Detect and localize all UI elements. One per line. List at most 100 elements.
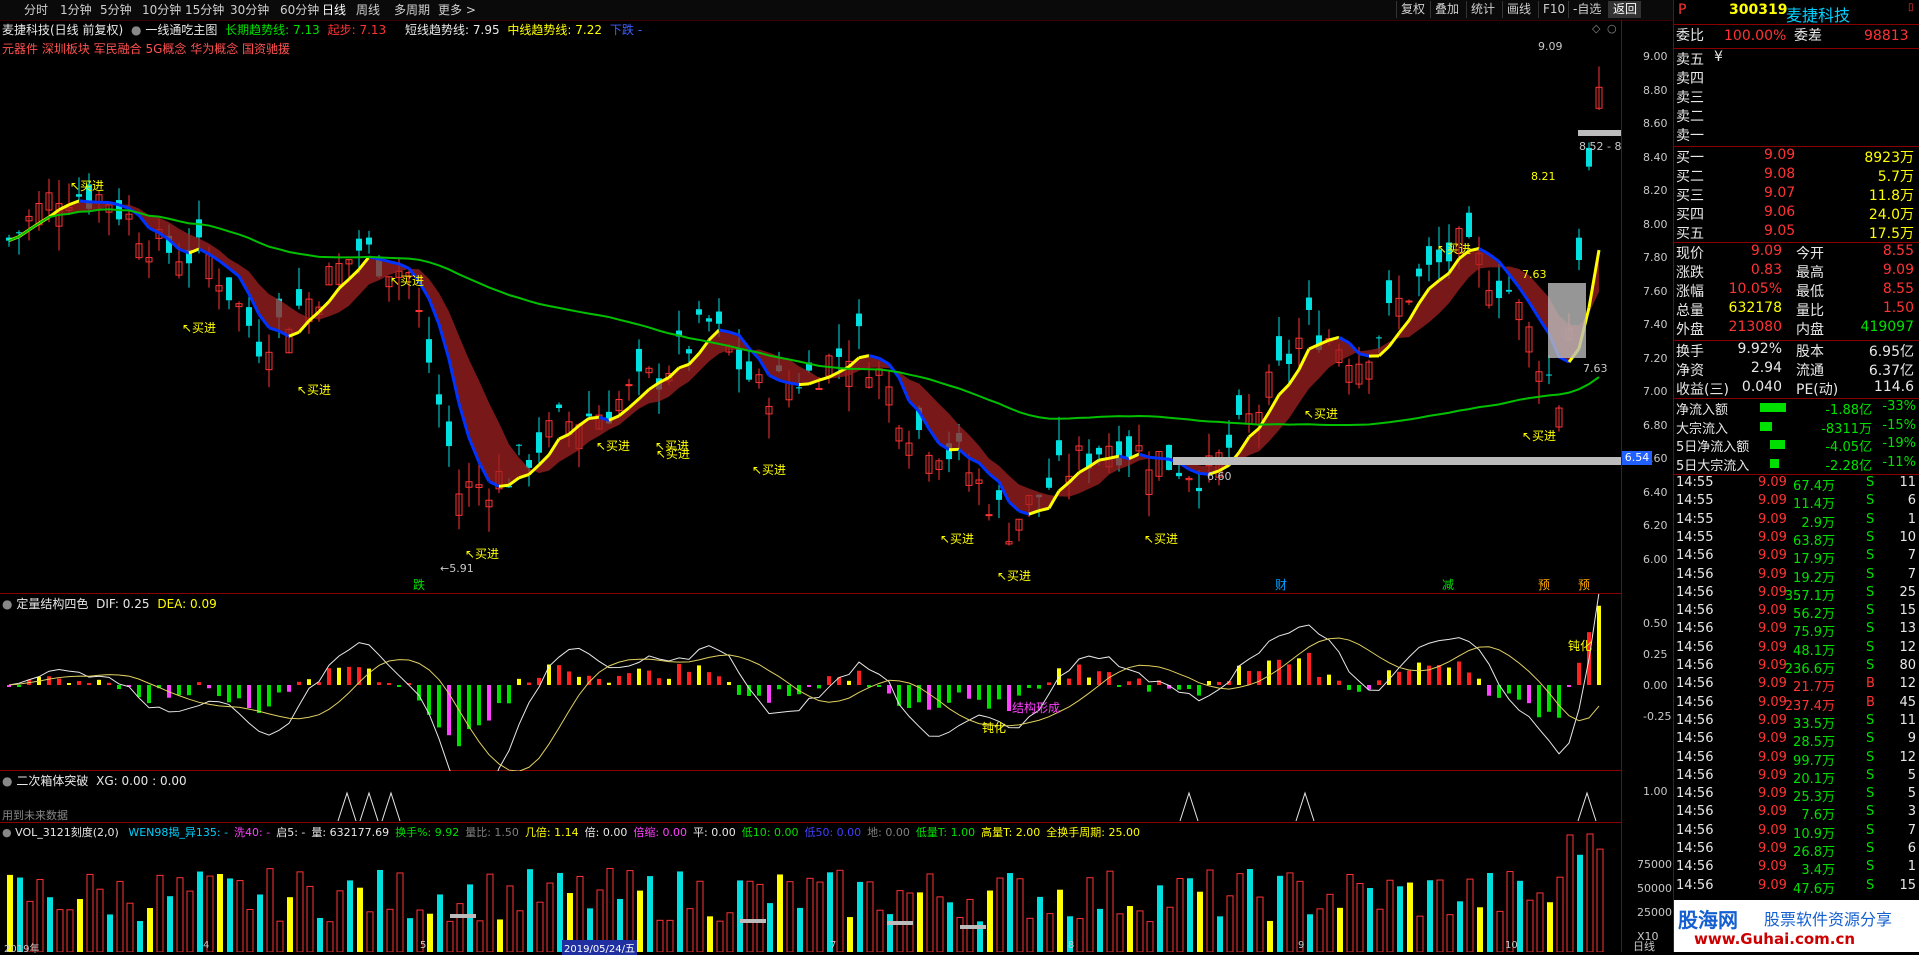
volume-bar bbox=[1557, 877, 1563, 952]
p-icon[interactable]: P bbox=[1678, 2, 1686, 18]
candle bbox=[1276, 317, 1282, 366]
volume-chart[interactable] bbox=[0, 822, 1621, 952]
tick-row: 14:569.0928.5万S9 bbox=[1674, 731, 1919, 749]
candle bbox=[226, 277, 232, 309]
bid-volume: 24.0万 bbox=[1869, 204, 1914, 224]
ask-label: 卖三 bbox=[1676, 87, 1704, 107]
candle bbox=[1296, 318, 1302, 367]
volume-bar bbox=[527, 869, 533, 952]
flow-label: 5日净流入额 bbox=[1676, 436, 1749, 455]
tick-time: 14:56 bbox=[1676, 823, 1713, 838]
breakout-marker bbox=[1180, 793, 1198, 821]
tick-side: S bbox=[1866, 768, 1874, 783]
candle bbox=[1136, 425, 1142, 454]
tick-time: 14:56 bbox=[1676, 603, 1713, 618]
tick-volume: 3.4万 bbox=[1801, 859, 1835, 878]
stat-value: 6.37亿 bbox=[1869, 360, 1914, 380]
tick-count: 5 bbox=[1908, 786, 1916, 801]
volume-bar bbox=[847, 917, 853, 952]
flow-row: 5日净流入额-4.05亿-19% bbox=[1674, 436, 1919, 454]
volume-bar bbox=[387, 909, 393, 952]
tick-price: 9.09 bbox=[1758, 786, 1787, 801]
candle bbox=[896, 425, 902, 449]
capital-flow: 净流入额-1.88亿-33%大宗流入-8311万-15%5日净流入额-4.05亿… bbox=[1674, 398, 1919, 399]
volume-bar bbox=[1167, 907, 1173, 952]
price-annotation: 8.21 bbox=[1531, 170, 1556, 183]
volume-bar bbox=[887, 914, 893, 952]
volume-bar bbox=[227, 878, 233, 952]
tick-side: S bbox=[1866, 841, 1874, 856]
tick-list[interactable]: 14:559.0967.4万S1114:559.0911.4万S614:559.… bbox=[1674, 474, 1919, 475]
macd-chart[interactable]: 钝化结构形成钝化 bbox=[0, 594, 1621, 771]
tick-row: 14:559.0963.8万S10 bbox=[1674, 530, 1919, 548]
tick-row: 14:569.09237.4万B45 bbox=[1674, 695, 1919, 713]
quote-panel: P 300319 麦捷科技 ▯ 委比 100.00% 委差 98813 卖五¥卖… bbox=[1673, 0, 1919, 952]
box-breakout-chart[interactable] bbox=[0, 771, 1621, 823]
event-tag: 财 bbox=[1275, 578, 1287, 592]
volume-bar bbox=[877, 910, 883, 952]
candle bbox=[26, 209, 32, 240]
candle bbox=[586, 391, 592, 419]
tick-time: 14:56 bbox=[1676, 841, 1713, 856]
buy-signal: ↖买进 bbox=[940, 532, 974, 546]
macd-axis-tick: 0.00 bbox=[1643, 679, 1668, 692]
circle-icon[interactable]: ○ bbox=[1607, 22, 1617, 35]
candle bbox=[326, 262, 332, 284]
tick-time: 14:56 bbox=[1676, 750, 1713, 765]
flow-bar bbox=[1770, 440, 1785, 449]
bid-row: 买四9.0624.0万 bbox=[1674, 204, 1919, 223]
tick-price: 9.09 bbox=[1758, 658, 1787, 673]
trend-band bbox=[9, 201, 1599, 514]
flow-value: -1.88亿 bbox=[1825, 399, 1872, 418]
volume-bar bbox=[1117, 914, 1123, 952]
volume-bar bbox=[1467, 879, 1473, 952]
volume-bar bbox=[127, 903, 133, 952]
tick-time: 14:56 bbox=[1676, 567, 1713, 582]
tick-volume: 21.7万 bbox=[1793, 676, 1835, 695]
tick-side: S bbox=[1866, 750, 1874, 765]
price-axis-tick: 7.60 bbox=[1643, 285, 1668, 298]
candle bbox=[106, 203, 112, 236]
stat-label: 换手 bbox=[1676, 341, 1704, 361]
tick-volume: 357.1万 bbox=[1785, 585, 1835, 604]
volume-bar bbox=[747, 881, 753, 952]
buy-signal: ↖买进 bbox=[465, 547, 499, 561]
volume-bar bbox=[1447, 915, 1453, 952]
volume-bar bbox=[1147, 922, 1153, 952]
candle bbox=[766, 398, 772, 439]
tick-volume: 236.6万 bbox=[1785, 658, 1835, 677]
volume-bar bbox=[1187, 878, 1193, 952]
volume-bar bbox=[117, 881, 123, 952]
volume-bar bbox=[947, 902, 953, 952]
volume-bar bbox=[517, 911, 523, 952]
stat-value: 6.95亿 bbox=[1869, 341, 1914, 361]
macd-axis-tick: 0.25 bbox=[1643, 648, 1668, 661]
tick-row: 14:559.0911.4万S6 bbox=[1674, 493, 1919, 511]
candlestick-chart[interactable]: 9.098.52 - 8.8.217.637.636.60←5.91↖买进↖买进… bbox=[0, 0, 1621, 593]
diamond-icon[interactable]: ◇ bbox=[1592, 22, 1601, 35]
stat-label: 净资 bbox=[1676, 360, 1704, 380]
pin-icon[interactable]: ▯ bbox=[1908, 2, 1914, 13]
candle bbox=[296, 268, 302, 309]
candle bbox=[546, 412, 552, 447]
ask-row: 卖三 bbox=[1674, 87, 1919, 106]
tick-price: 9.09 bbox=[1758, 713, 1787, 728]
volume-bar bbox=[1487, 873, 1493, 952]
volume-bar bbox=[687, 909, 693, 952]
volume-bar bbox=[1227, 896, 1233, 952]
volume-bar bbox=[787, 882, 793, 952]
candle bbox=[336, 253, 342, 287]
tick-side: S bbox=[1866, 621, 1874, 636]
tick-price: 9.09 bbox=[1758, 731, 1787, 746]
candle bbox=[446, 405, 452, 466]
volume-bar bbox=[1007, 873, 1013, 952]
event-tag: 跌 bbox=[413, 577, 425, 592]
ask-row: 卖二 bbox=[1674, 106, 1919, 125]
volume-bar bbox=[47, 897, 53, 952]
macd-axis-tick: 0.50 bbox=[1643, 617, 1668, 630]
flow-percent: -33% bbox=[1882, 399, 1916, 414]
ask-label: 卖二 bbox=[1676, 106, 1704, 126]
tick-count: 12 bbox=[1899, 640, 1916, 655]
date-axis-tick: 7 bbox=[830, 940, 836, 951]
tick-row: 14:569.097.6万S3 bbox=[1674, 804, 1919, 822]
